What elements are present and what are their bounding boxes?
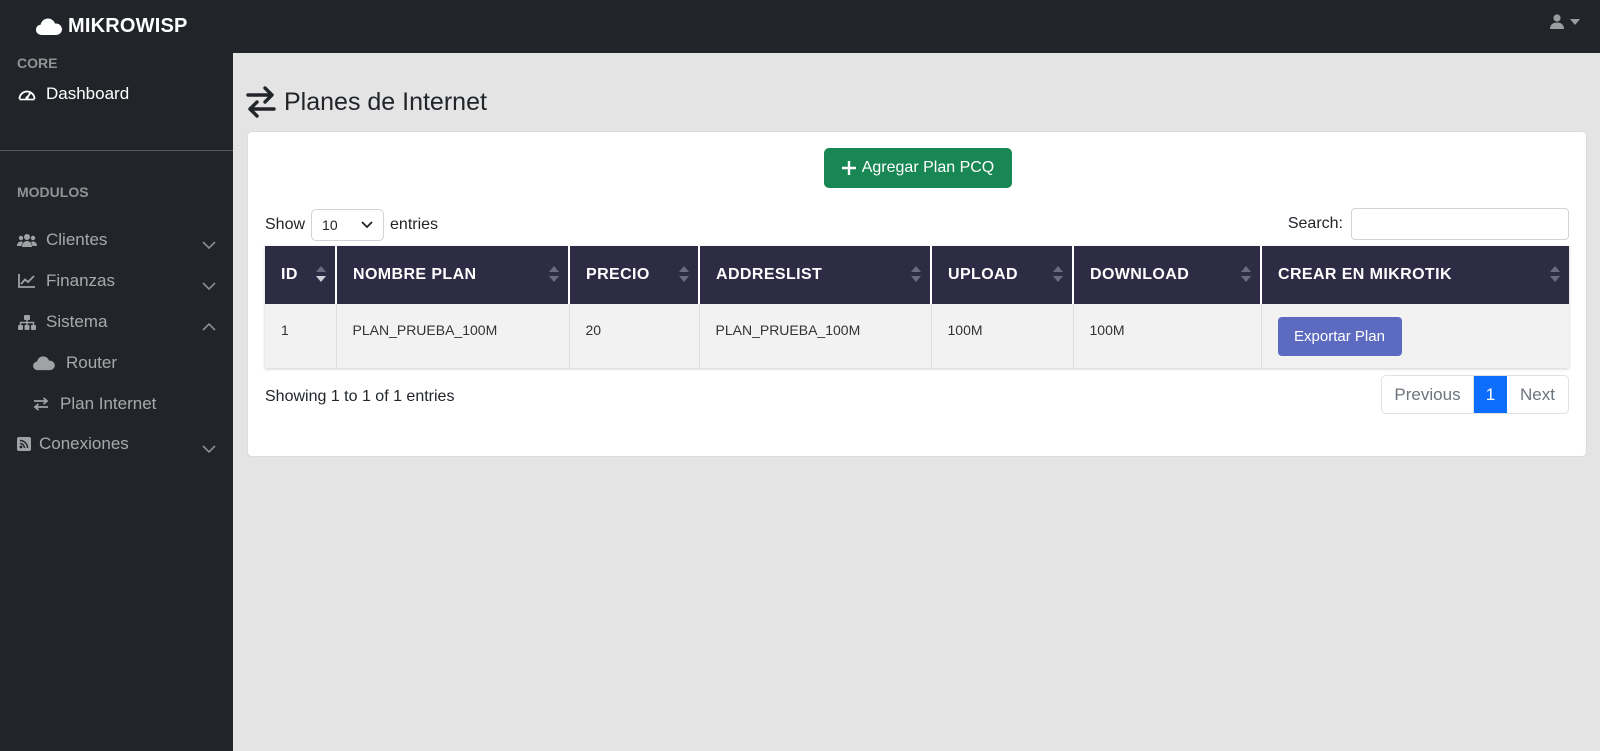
cell-precio: 20 [569,304,700,368]
pagination-page-1[interactable]: 1 [1474,376,1507,413]
page-title-text: Planes de Internet [284,87,487,116]
column-header-upload[interactable]: UPLOAD [931,246,1074,304]
export-plan-button[interactable]: Exportar Plan [1277,317,1402,356]
sort-icon [1053,266,1063,282]
chevron-down-icon [202,234,216,254]
chart-line-icon [16,274,38,288]
sort-icon [1550,266,1560,282]
brand-name: MIKROWISP [68,15,188,37]
sidebar-heading-core: CORE [17,55,58,71]
sidebar-item-label: Conexiones [39,434,129,453]
pagination-previous[interactable]: Previous [1382,376,1474,413]
page-size-select[interactable]: 10 [311,209,385,241]
sidebar-item-sistema[interactable]: Sistema [0,304,233,340]
sidebar-divider [0,150,233,151]
cell-id: 1 [265,304,337,368]
user-menu-toggle[interactable] [1550,14,1580,29]
cell-upload: 100M [931,304,1074,368]
table-row: 1 PLAN_PRUEBA_100M 20 PLAN_PRUEBA_100M 1… [265,304,1569,368]
user-icon [1550,14,1564,29]
table-header-row: ID NOMBRE PLAN PRECIO ADDRESLIST UPLOAD … [265,246,1569,304]
sort-icon [316,266,326,282]
users-icon [16,233,38,247]
sidebar-item-label: Plan Internet [60,394,157,413]
sort-icon [549,266,559,282]
chevron-down-icon [202,438,216,458]
chevron-up-icon [202,316,216,336]
cloud-icon [32,355,56,371]
exchange-icon [32,397,50,411]
sidebar-item-label: Sistema [46,312,108,331]
cell-addreslist: PLAN_PRUEBA_100M [699,304,932,368]
pagination: Previous 1 Next [1381,375,1569,414]
chevron-down-icon [202,275,216,295]
column-header-addreslist[interactable]: ADDRESLIST [699,246,932,304]
table-info: Showing 1 to 1 of 1 entries [265,388,455,405]
column-header-nombre-plan[interactable]: NOMBRE PLAN [336,246,570,304]
search-input[interactable] [1351,208,1569,240]
add-plan-label: Agregar Plan PCQ [861,159,995,176]
sitemap-icon [16,314,38,330]
page-title: Planes de Internet [246,86,487,118]
page-size-control: Show 10 entries [265,209,438,241]
cell-nombre-plan: PLAN_PRUEBA_100M [336,304,570,368]
page-size-value: 10 [322,217,338,233]
entries-label: entries [390,216,439,233]
sidebar: CORE Dashboard MODULOS Clientes Finanzas… [0,53,233,751]
plans-card: Agregar Plan PCQ Show 10 entries Search:… [247,131,1587,457]
search-control: Search: [1288,208,1569,240]
column-header-precio[interactable]: PRECIO [569,246,700,304]
cell-action: Exportar Plan [1261,304,1569,368]
sidebar-item-conexiones[interactable]: Conexiones [0,426,233,462]
rss-icon [16,437,32,451]
top-navbar: MIKROWISP [0,0,1600,53]
sort-icon [1241,266,1251,282]
sidebar-item-label: Router [66,353,118,372]
plans-table: ID NOMBRE PLAN PRECIO ADDRESLIST UPLOAD … [265,246,1569,368]
column-header-download[interactable]: DOWNLOAD [1073,246,1262,304]
pagination-next[interactable]: Next [1507,376,1568,413]
plus-icon [841,161,856,175]
column-header-id[interactable]: ID [265,246,337,304]
add-plan-button[interactable]: Agregar Plan PCQ [824,148,1012,188]
caret-down-icon [1570,18,1580,25]
sidebar-item-dashboard[interactable]: Dashboard [0,76,233,112]
chevron-down-icon [361,221,373,229]
sidebar-item-label: Clientes [46,230,108,249]
brand[interactable]: MIKROWISP [36,15,188,38]
search-label: Search: [1287,215,1343,232]
sidebar-item-plan-internet[interactable]: Plan Internet [0,386,233,422]
sidebar-item-router[interactable]: Router [0,345,233,381]
cloud-icon [36,18,62,35]
sort-icon [911,266,921,282]
sidebar-heading-modulos: MODULOS [17,184,89,200]
column-header-crear-en-mikrotik[interactable]: CREAR EN MIKROTIK [1261,246,1569,304]
sidebar-item-label: Dashboard [46,84,130,103]
show-label: Show [265,216,306,233]
exchange-icon [246,86,276,118]
sidebar-item-clientes[interactable]: Clientes [0,222,233,258]
sidebar-item-finanzas[interactable]: Finanzas [0,263,233,299]
sidebar-item-label: Finanzas [46,271,115,290]
sort-icon [679,266,689,282]
cell-download: 100M [1073,304,1262,368]
tachometer-icon [16,87,38,101]
